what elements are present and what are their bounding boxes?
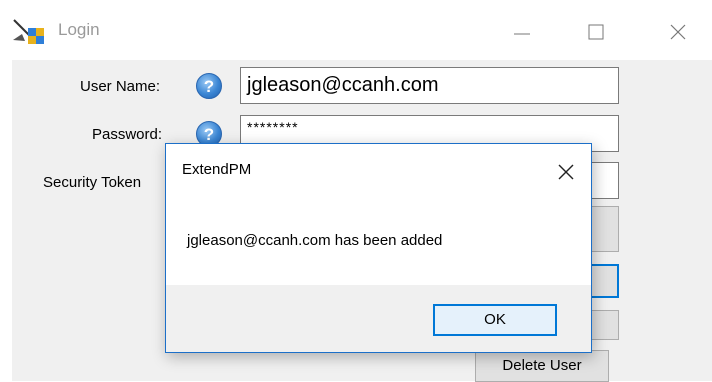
app-icon: [12, 18, 48, 48]
message-dialog: ExtendPM jgleason@ccanh.com has been add…: [165, 143, 592, 353]
delete-user-button[interactable]: Delete User: [475, 350, 609, 382]
dialog-message: jgleason@ccanh.com has been added: [187, 232, 443, 249]
window-titlebar: Login: [0, 0, 712, 60]
window-close-button[interactable]: [658, 14, 698, 50]
username-input[interactable]: jgleason@ccanh.com: [240, 67, 619, 104]
close-icon: [558, 164, 574, 180]
password-label: Password:: [92, 126, 163, 143]
dialog-title: ExtendPM: [182, 161, 252, 178]
dialog-footer: OK: [166, 285, 591, 352]
dialog-close-button[interactable]: [546, 154, 582, 186]
ok-button[interactable]: OK: [433, 304, 557, 336]
maximize-icon: [588, 24, 604, 40]
maximize-button[interactable]: [576, 14, 616, 50]
minimize-icon: [514, 33, 530, 35]
username-label: User Name:: [80, 78, 161, 95]
window-title: Login: [58, 20, 100, 39]
security-token-label: Security Token: [43, 174, 142, 191]
close-icon: [670, 24, 686, 40]
minimize-button[interactable]: [502, 14, 542, 50]
username-help-icon[interactable]: ?: [196, 73, 222, 99]
